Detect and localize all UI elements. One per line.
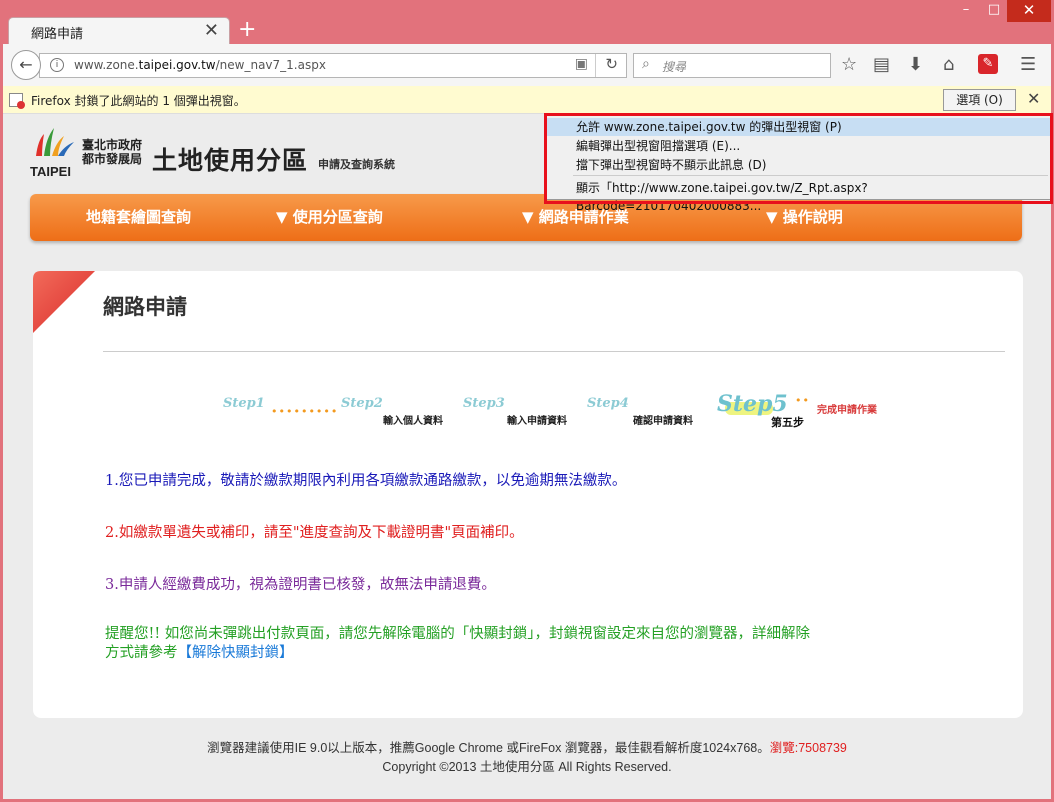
message-4: 提醒您!! 如您尚未彈跳出付款頁面，請您先解除電腦的「快顯封鎖」，封鎖視窗設定來…	[105, 626, 811, 661]
info-icon[interactable]: i	[50, 58, 64, 72]
close-window-button[interactable]: ✕	[1007, 0, 1051, 22]
reload-icon[interactable]: ↻	[605, 55, 618, 73]
corner-ribbon-icon	[33, 271, 95, 333]
nav-instructions[interactable]: ▼ 操作說明	[766, 206, 843, 227]
view-counter: 瀏覽:7508739	[769, 741, 847, 755]
popup-blocked-bar: Firefox 封鎖了此網站的 1 個彈出視窗。 選項 (O) ✕	[3, 86, 1051, 114]
message-2: 2.如繳款單遺失或補印，請至"進度查詢及下載證明書"頁面補印。	[105, 525, 524, 541]
logo-taipei-text: TAIPEI	[30, 164, 71, 179]
step-5-label: 完成申請作業	[817, 405, 877, 416]
tab-title: 網路申請	[31, 27, 84, 42]
step-3-label: 輸入申請資料	[507, 416, 567, 427]
logo-city-text: 臺北市政府 都市發展局	[82, 138, 143, 166]
nav-toolbar: i www.zone.taipei.gov.tw/new_nav7_1.aspx…	[0, 44, 1054, 86]
step-5-sub: 第五步	[771, 416, 804, 429]
unblock-popup-link[interactable]: 【解除快顯封鎖】	[178, 645, 294, 661]
options-button[interactable]: 選項 (O)	[943, 89, 1016, 111]
popup-blocked-icon	[9, 93, 25, 109]
maximize-button[interactable]: □	[983, 0, 1005, 22]
search-input[interactable]: ⌕ 搜尋	[633, 53, 831, 78]
page-title: 網路申請	[103, 295, 187, 319]
search-placeholder: 搜尋	[662, 60, 687, 74]
divider	[103, 351, 1005, 352]
url-text[interactable]: www.zone.taipei.gov.tw/new_nav7_1.aspx	[74, 58, 326, 72]
step-3: Step3	[463, 396, 505, 411]
url-bar[interactable]: i www.zone.taipei.gov.tw/new_nav7_1.aspx…	[39, 53, 627, 78]
copyright: Copyright ©2013 土地使用分區 All Rights Reserv…	[382, 760, 672, 774]
tab-close-icon[interactable]: ✕	[204, 20, 219, 41]
nav-zoning-query[interactable]: ▼ 使用分區查詢	[276, 206, 383, 227]
step-2: Step2	[341, 396, 383, 411]
close-icon[interactable]: ✕	[1027, 89, 1040, 108]
step-4-label: 確認申請資料	[633, 416, 693, 427]
step-2-label: 輸入個人資料	[383, 416, 443, 427]
taipei-logo-icon	[36, 128, 74, 156]
step-connector: ••	[795, 394, 810, 407]
home-icon[interactable]: ⌂	[943, 54, 954, 75]
back-icon[interactable]: ←	[11, 50, 41, 80]
minimize-button[interactable]: –	[955, 0, 977, 22]
browser-tab[interactable]: 網路申請 ✕	[8, 17, 230, 45]
step-4: Step4	[587, 396, 629, 411]
progress-steps: Step1 ••••••••• Step2 輸入個人資料 Step3 輸入申請資…	[223, 391, 893, 432]
menu-icon[interactable]: ☰	[1020, 54, 1036, 75]
site-logo[interactable]: TAIPEI 臺北市政府 都市發展局 土地使用分區 申請及查詢系統	[30, 126, 450, 186]
new-tab-button[interactable]: +	[238, 17, 256, 43]
popup-blocked-message: Firefox 封鎖了此網站的 1 個彈出視窗。	[31, 94, 246, 108]
content-card: 網路申請 Step1 ••••••••• Step2 輸入個人資料 Step3 …	[33, 271, 1023, 718]
download-icon[interactable]: ⬇	[908, 54, 923, 75]
page-content: TAIPEI 臺北市政府 都市發展局 土地使用分區 申請及查詢系統 地籍套繪圖查…	[3, 114, 1051, 799]
pdf-icon[interactable]: ✎	[978, 54, 998, 74]
bookmark-star-icon[interactable]: ☆	[841, 54, 857, 75]
divider	[595, 54, 596, 77]
message-1: 1.您已申請完成，敬請於繳款期限內利用各項繳款通路繳款，以免逾期無法繳款。	[105, 473, 627, 489]
footer: 瀏覽器建議使用IE 9.0以上版本，推薦Google Chrome 或FireF…	[3, 739, 1051, 777]
library-icon[interactable]: ▤	[873, 54, 890, 75]
message-3: 3.申請人經繳費成功，視為證明書已核發，故無法申請退費。	[105, 577, 496, 593]
footer-browser-note: 瀏覽器建議使用IE 9.0以上版本，推薦Google Chrome 或FireF…	[207, 741, 770, 755]
nav-cadastral-query[interactable]: 地籍套繪圖查詢	[86, 206, 191, 227]
step-1: Step1	[223, 396, 265, 411]
site-subtitle: 申請及查詢系統	[318, 158, 395, 171]
reader-icon[interactable]: ▣	[575, 56, 588, 72]
site-title: 土地使用分區	[152, 146, 309, 175]
title-bar: 網路申請 ✕ + – □ ✕	[0, 0, 1054, 45]
highlight-box	[544, 113, 1053, 204]
search-icon: ⌕	[642, 56, 650, 72]
step-connector: •••••••••	[271, 405, 339, 418]
